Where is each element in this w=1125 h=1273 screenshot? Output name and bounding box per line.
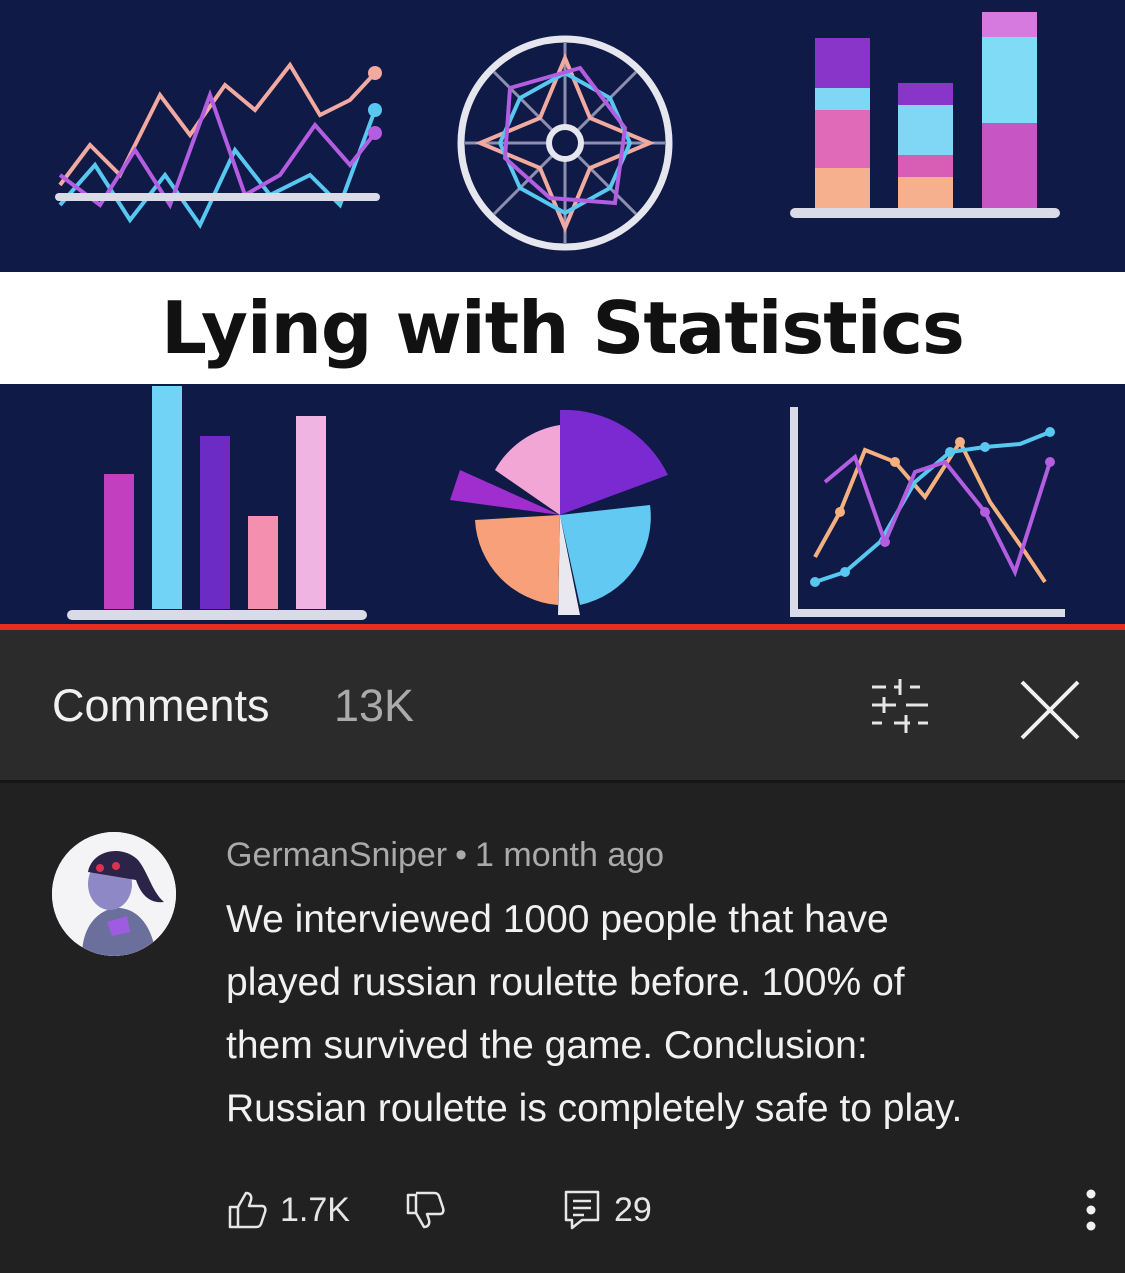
close-icon [1020,680,1080,740]
user-avatar-icon [52,832,176,956]
reply-icon [564,1190,600,1230]
thumbnail-title: Lying with Statistics [161,286,965,370]
comment-text: We interviewed 1000 people that have pla… [226,898,963,1130]
like-count: 1.7K [280,1190,350,1229]
comment-author[interactable]: GermanSniper [226,836,447,874]
more-options-button[interactable] [1076,1180,1106,1240]
radar-chart-illustration [457,35,673,251]
video-thumbnail[interactable]: Lying with Statistics [0,0,1125,630]
stacked-bar-illustration [790,12,1060,218]
comments-title: Comments [52,680,270,731]
like-button[interactable]: 1.7K [226,1180,350,1240]
dislike-button[interactable] [404,1180,446,1240]
reply-count: 29 [614,1190,652,1229]
sort-comments-button[interactable] [860,675,940,745]
thumbs-down-icon [406,1191,445,1229]
sort-filter-icon [872,679,928,733]
bar-chart-illustration [67,386,367,620]
line-chart-illustration [55,61,382,229]
pie-chart-illustration [450,409,670,615]
comments-header: Comments 13K [0,630,1125,780]
thumbnail-title-banner: Lying with Statistics [0,272,1125,384]
thumbs-up-icon [228,1191,267,1229]
meta-separator: • [455,836,468,874]
header-divider [0,780,1125,783]
reply-button[interactable]: 29 [562,1180,652,1240]
comments-count: 13K [334,680,415,731]
comment-meta: GermanSniper • 1 month ago [226,836,664,875]
more-vertical-icon [1086,1189,1096,1231]
close-comments-button[interactable] [1010,670,1090,750]
comment-time[interactable]: 1 month ago [475,836,664,874]
line-chart-illustration-2 [790,407,1065,617]
comment-actions: 1.7K 29 [226,1180,1106,1240]
avatar[interactable] [52,832,176,956]
